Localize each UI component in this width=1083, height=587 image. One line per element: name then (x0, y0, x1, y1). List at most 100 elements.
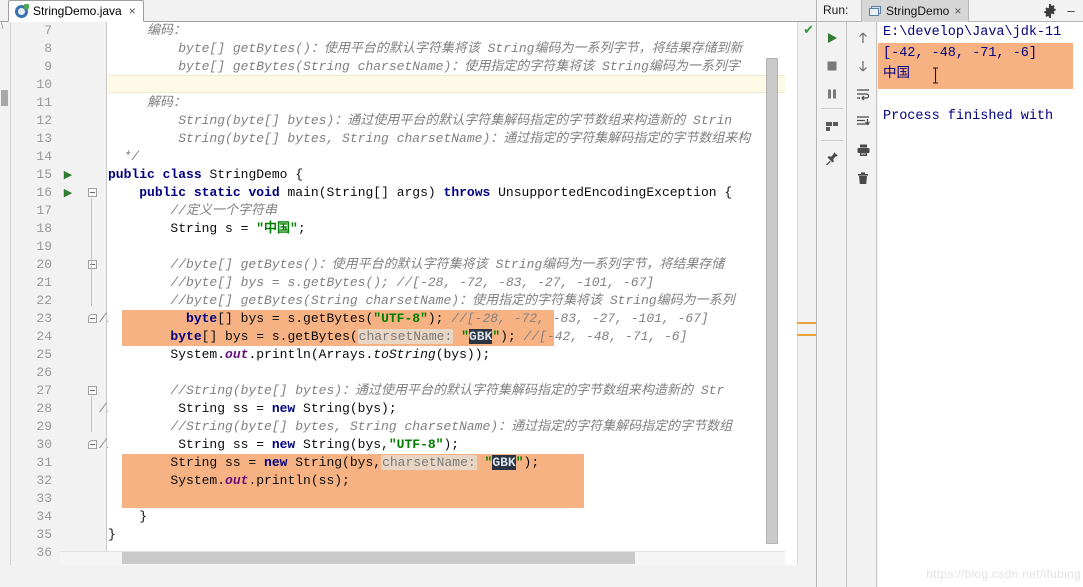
marker-warning[interactable] (797, 322, 816, 324)
line-number: 21 (36, 275, 52, 290)
code-line[interactable]: //String(byte[] bytes, String charsetNam… (108, 418, 732, 436)
code-line[interactable]: //byte[] getBytes(String charsetName)：使用… (108, 292, 734, 310)
code-line[interactable]: } (108, 508, 147, 526)
fold-gutter: ▶ ▶////// (60, 22, 115, 565)
print-button[interactable] (851, 138, 875, 162)
line-number: 9 (44, 59, 52, 74)
code-line[interactable]: //byte[] getBytes()：使用平台的默认字符集将该 String编… (108, 256, 724, 274)
run-tool-header: Run: StringDemo × – (817, 0, 1083, 22)
line-number: 26 (36, 365, 52, 380)
code-line[interactable]: } (108, 526, 116, 544)
editor-hscroll-thumb[interactable] (122, 552, 635, 564)
code-line[interactable]: System.out.println(ss); (108, 472, 349, 490)
line-number: 16 (36, 185, 52, 200)
line-number: 13 (36, 131, 52, 146)
console-line: 中国 (883, 67, 910, 82)
code-line[interactable]: //定义一个字符串 (108, 202, 277, 220)
code-line[interactable]: //byte[] bys = s.getBytes(); //[-28, -72… (108, 274, 654, 292)
line-number: 32 (36, 473, 52, 488)
pin-button[interactable] (820, 146, 844, 170)
fold-toggle-icon[interactable] (87, 436, 98, 454)
code-line[interactable]: String ss = new String(bys,"UTF-8"); (108, 436, 459, 454)
minimize-icon[interactable]: – (1064, 3, 1078, 19)
line-number: 12 (36, 113, 52, 128)
editor-pane: StringDemo.java × \ 7 8 9 10 11 12 13 14 15 16 17 1… (0, 0, 816, 587)
stop-button[interactable] (820, 54, 844, 78)
text-cursor-icon (931, 67, 940, 84)
code-line[interactable]: String ss = new String(bys,charsetName: … (108, 454, 539, 472)
checkmark-icon[interactable]: ✔ (803, 23, 814, 36)
line-number: 35 (36, 527, 52, 542)
run-toolbar-primary (817, 22, 847, 587)
pause-button[interactable] (820, 82, 844, 106)
editor-body: \ 7 8 9 10 11 12 13 14 15 16 17 18 19 20 21 22 23 24 25 26 2… (0, 22, 816, 565)
scroll-to-end-button[interactable] (851, 110, 875, 134)
console-output[interactable]: E:\develop\Java\jdk-11 [-42, -48, -71, -6… (878, 22, 1083, 587)
line-number: 18 (36, 221, 52, 236)
code-line[interactable]: byte[] bys = s.getBytes("UTF-8"); //[-28… (108, 310, 709, 328)
code-line[interactable]: public class StringDemo { (108, 166, 303, 184)
code-line[interactable]: byte[] getBytes()：使用平台的默认字符集将该 String编码为… (108, 40, 742, 58)
editor-vscroll-thumb[interactable] (766, 58, 778, 544)
trash-button[interactable] (851, 166, 875, 190)
line-number: 11 (36, 95, 52, 110)
code-line[interactable]: 编码： (108, 22, 186, 40)
scroll-position-marker (1, 90, 8, 106)
fold-region-line (91, 396, 92, 432)
code-line[interactable]: public static void main(String[] args) t… (108, 184, 732, 202)
editor-left-strip: \ (0, 22, 11, 565)
fold-toggle-icon[interactable] (87, 256, 98, 274)
line-number: 15 (36, 167, 52, 182)
run-gutter-icon[interactable]: ▶ (61, 166, 75, 184)
console-line: Process finished with (883, 109, 1054, 124)
toolbar-divider-2 (821, 140, 843, 141)
close-icon[interactable]: × (954, 4, 961, 18)
marker-warning-2[interactable] (797, 334, 816, 336)
line-number: 29 (36, 419, 52, 434)
code-area[interactable]: 编码： byte[] getBytes()：使用平台的默认字符集将该 Strin… (108, 22, 785, 565)
fold-toggle-icon[interactable] (87, 382, 98, 400)
editor-marker-stripe[interactable]: ✔ (797, 22, 816, 565)
editor-tab-bar: StringDemo.java × (0, 0, 816, 22)
code-line[interactable]: 解码： (108, 94, 186, 112)
arrow-up-button[interactable] (851, 26, 875, 50)
console-line: E:\develop\Java\jdk-11 (883, 25, 1062, 40)
layout-button[interactable] (820, 114, 844, 138)
gear-icon[interactable] (1042, 3, 1058, 19)
code-line[interactable]: String ss = new String(bys); (108, 400, 396, 418)
line-number: 23 (36, 311, 52, 326)
editor-horizontal-scrollbar[interactable] (60, 551, 785, 565)
code-line[interactable]: byte[] getBytes(String charsetName)：使用指定… (108, 58, 740, 76)
code-line[interactable]: System.out.println(Arrays.toString(bys))… (108, 346, 490, 364)
code-line[interactable]: //String(byte[] bytes)：通过使用平台的默认字符集解码指定的… (108, 382, 724, 400)
breadcrumb-caret-icon: \ (1, 22, 4, 31)
line-number: 25 (36, 347, 52, 362)
run-config-icon (869, 5, 881, 17)
run-toolbar-secondary (848, 22, 877, 587)
line-number: 24 (36, 329, 52, 344)
line-number: 10 (36, 77, 52, 92)
tab-stringdemo-java[interactable]: StringDemo.java × (8, 0, 144, 22)
line-number: 33 (36, 491, 52, 506)
line-number: 20 (36, 257, 52, 272)
line-number: 17 (36, 203, 52, 218)
run-tab-stringdemo[interactable]: StringDemo × (861, 0, 970, 22)
line-number-gutter: 7 8 9 10 11 12 13 14 15 16 17 18 19 20 21 22 23 24 25 26 27 2… (11, 22, 60, 565)
arrow-down-button[interactable] (851, 54, 875, 78)
code-line[interactable]: String(byte[] bytes, String charsetName)… (108, 130, 750, 148)
rerun-button[interactable] (820, 26, 844, 50)
line-number: 8 (44, 41, 52, 56)
run-tool-window: Run: StringDemo × – E:\develop\Java\jdk-… (816, 0, 1083, 587)
code-line[interactable]: byte[] bys = s.getBytes(charsetName: "GB… (108, 328, 687, 346)
line-number: 30 (36, 437, 52, 452)
code-line[interactable]: String(byte[] bytes)：通过使用平台的默认字符集解码指定的字节… (108, 112, 732, 130)
fold-toggle-icon[interactable] (87, 184, 98, 202)
close-icon[interactable]: × (127, 5, 136, 17)
fold-toggle-icon[interactable] (87, 310, 98, 328)
watermark: https://blog.csdn.net/ifubing (926, 567, 1081, 581)
editor-vertical-scrollbar[interactable] (766, 22, 797, 565)
code-line[interactable]: */ (108, 148, 140, 166)
run-gutter-icon[interactable]: ▶ (61, 184, 75, 202)
soft-wrap-button[interactable] (851, 82, 875, 106)
code-line[interactable]: String s = "中国"; (108, 220, 305, 238)
